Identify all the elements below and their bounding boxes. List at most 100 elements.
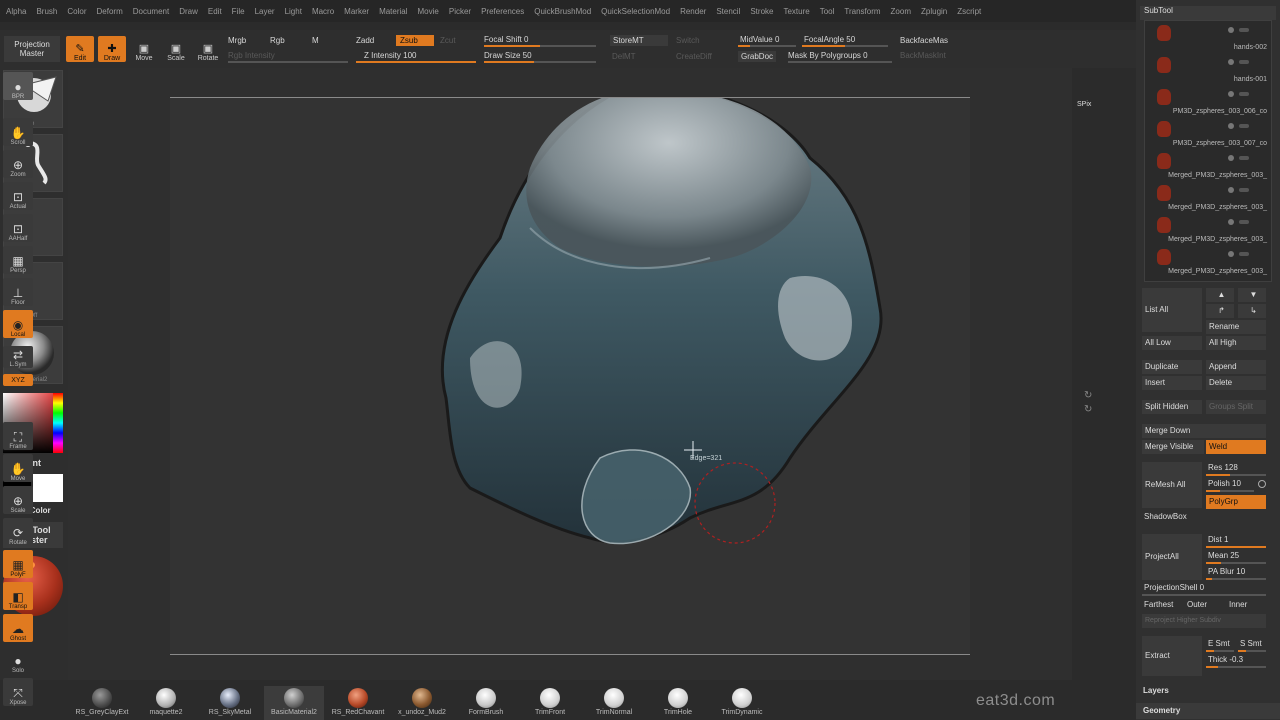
insert-button[interactable]: Insert (1142, 376, 1202, 390)
mask-by-polygroups-track[interactable] (788, 61, 892, 63)
actual-button[interactable]: ⊡ Actual (3, 182, 33, 210)
sculpt-model[interactable] (170, 84, 970, 656)
polyf-button[interactable]: ▦ PolyF (3, 550, 33, 578)
polish-slider[interactable]: Polish 10 (1208, 479, 1241, 488)
move-button[interactable]: ▣ Move (130, 36, 158, 62)
material-swatch-selected[interactable] (284, 688, 304, 708)
ghost-button[interactable]: ☁ Ghost (3, 614, 33, 642)
menu-edit[interactable]: Edit (208, 7, 222, 16)
delmt-button[interactable]: DelMT (612, 52, 636, 61)
rename-button[interactable]: Rename (1206, 320, 1266, 334)
e-smt-track[interactable] (1206, 650, 1234, 652)
farthest-toggle[interactable]: Farthest (1144, 600, 1173, 609)
menu-quickselectionmod[interactable]: QuickSelectionMod (601, 7, 670, 16)
move-down-button[interactable]: ▼ (1238, 288, 1266, 302)
zoom-button[interactable]: ⊕ Zoom (3, 150, 33, 178)
visibility-toggle-icon[interactable] (1197, 219, 1251, 225)
groups-split-button[interactable]: Groups Split (1206, 400, 1266, 414)
xyz-button[interactable]: XYZ (3, 374, 33, 386)
visibility-toggle-icon[interactable] (1197, 155, 1251, 161)
menu-zscript[interactable]: Zscript (957, 7, 981, 16)
projectionshell-track[interactable] (1142, 594, 1266, 596)
scroll-button[interactable]: ✋ Scroll (3, 118, 33, 146)
pa-blur-track[interactable] (1206, 578, 1266, 580)
document-viewport[interactable]: Edge=321 (170, 84, 970, 656)
zcut-button[interactable]: Zcut (440, 36, 456, 45)
subtool-item[interactable]: hands-001 (1145, 53, 1271, 85)
solo-button[interactable]: ● Solo (3, 646, 33, 674)
menu-quickbrushmod[interactable]: QuickBrushMod (534, 7, 591, 16)
subtool-item[interactable]: PM3D_zspheres_003_006_co (1145, 85, 1271, 117)
reproject-higher-subdiv-button[interactable]: Reproject Higher Subdiv (1142, 614, 1266, 628)
material-swatch[interactable] (220, 688, 240, 708)
brush-swatch[interactable] (732, 688, 752, 708)
menu-tool[interactable]: Tool (820, 7, 835, 16)
extract-button[interactable]: Extract (1142, 636, 1202, 676)
s-smt-track[interactable] (1238, 650, 1266, 652)
creatediff-button[interactable]: CreateDiff (676, 52, 712, 61)
frame-button[interactable]: ⛶ Frame (3, 422, 33, 450)
brush-swatch[interactable] (476, 688, 496, 708)
menu-texture[interactable]: Texture (783, 7, 809, 16)
mean-slider[interactable]: Mean 25 (1208, 551, 1239, 560)
midvalue-track[interactable] (738, 45, 796, 47)
thick-track[interactable] (1206, 666, 1266, 668)
duplicate-button[interactable]: Duplicate (1142, 360, 1202, 374)
rotate-view-button[interactable]: ⟳ Rotate (3, 518, 33, 546)
focalangle-track[interactable] (802, 45, 888, 47)
all-low-button[interactable]: All Low (1142, 336, 1202, 350)
res-slider[interactable]: Res 128 (1208, 463, 1238, 472)
focal-shift-track[interactable] (484, 45, 596, 47)
menu-brush[interactable]: Brush (36, 7, 57, 16)
menu-zoom[interactable]: Zoom (891, 7, 911, 16)
menu-file[interactable]: File (232, 7, 245, 16)
persp-button[interactable]: ▦ Persp (3, 246, 33, 274)
draw-button[interactable]: ✚ Draw (98, 36, 126, 62)
res-track[interactable] (1206, 474, 1266, 476)
menu-color[interactable]: Color (67, 7, 86, 16)
rotate-button[interactable]: ▣ Rotate (194, 36, 222, 62)
storemt-button[interactable]: StoreMT (610, 35, 668, 46)
menu-deform[interactable]: Deform (97, 7, 123, 16)
visibility-toggle-icon[interactable] (1197, 27, 1251, 33)
grabdoc-button[interactable]: GrabDoc (738, 51, 777, 62)
mask-by-polygroups-slider[interactable]: Mask By Polygroups 0 (788, 51, 868, 60)
subtool-header[interactable]: SubTool (1140, 6, 1276, 20)
material-swatch[interactable] (348, 688, 368, 708)
delete-button[interactable]: Delete (1206, 376, 1266, 390)
all-high-button[interactable]: All High (1206, 336, 1266, 350)
edit-button[interactable]: ✎ Edit (66, 36, 94, 62)
zadd-button[interactable]: Zadd (356, 36, 374, 45)
subtool-item[interactable]: PM3D_zspheres_003_007_co (1145, 117, 1271, 149)
material-swatch[interactable] (92, 688, 112, 708)
menu-light[interactable]: Light (285, 7, 302, 16)
material-swatch[interactable] (412, 688, 432, 708)
mean-track[interactable] (1206, 562, 1266, 564)
material-swatch[interactable] (156, 688, 176, 708)
brush-swatch[interactable] (540, 688, 560, 708)
move-up-button[interactable]: ▲ (1206, 288, 1234, 302)
main-color-swatch[interactable] (33, 474, 63, 502)
menu-document[interactable]: Document (133, 7, 169, 16)
projectall-button[interactable]: ProjectAll (1142, 534, 1202, 580)
menu-stencil[interactable]: Stencil (716, 7, 740, 16)
midvalue-slider[interactable]: MidValue 0 (740, 35, 779, 44)
thick-slider[interactable]: Thick -0.3 (1208, 655, 1243, 664)
scale-view-button[interactable]: ⊕ Scale (3, 486, 33, 514)
pa-blur-slider[interactable]: PA Blur 10 (1208, 567, 1245, 576)
z-intensity-track[interactable] (356, 61, 476, 63)
z-intensity-slider[interactable]: Z Intensity 100 (364, 51, 416, 60)
menu-macro[interactable]: Macro (312, 7, 334, 16)
m-button[interactable]: M (312, 36, 319, 45)
menu-preferences[interactable]: Preferences (481, 7, 524, 16)
s-smt-slider[interactable]: S Smt (1240, 639, 1262, 648)
arrow-down-right-button[interactable]: ↳ (1238, 304, 1266, 318)
xpose-button[interactable]: ⤧ Xpose (3, 678, 33, 706)
split-hidden-button[interactable]: Split Hidden (1142, 400, 1202, 414)
arrow-up-right-button[interactable]: ↱ (1206, 304, 1234, 318)
layers-section[interactable]: Layers (1136, 683, 1280, 699)
switch-button[interactable]: Switch (676, 36, 700, 45)
menu-movie[interactable]: Movie (418, 7, 439, 16)
visibility-toggle-icon[interactable] (1197, 187, 1251, 193)
outer-toggle[interactable]: Outer (1187, 600, 1207, 609)
